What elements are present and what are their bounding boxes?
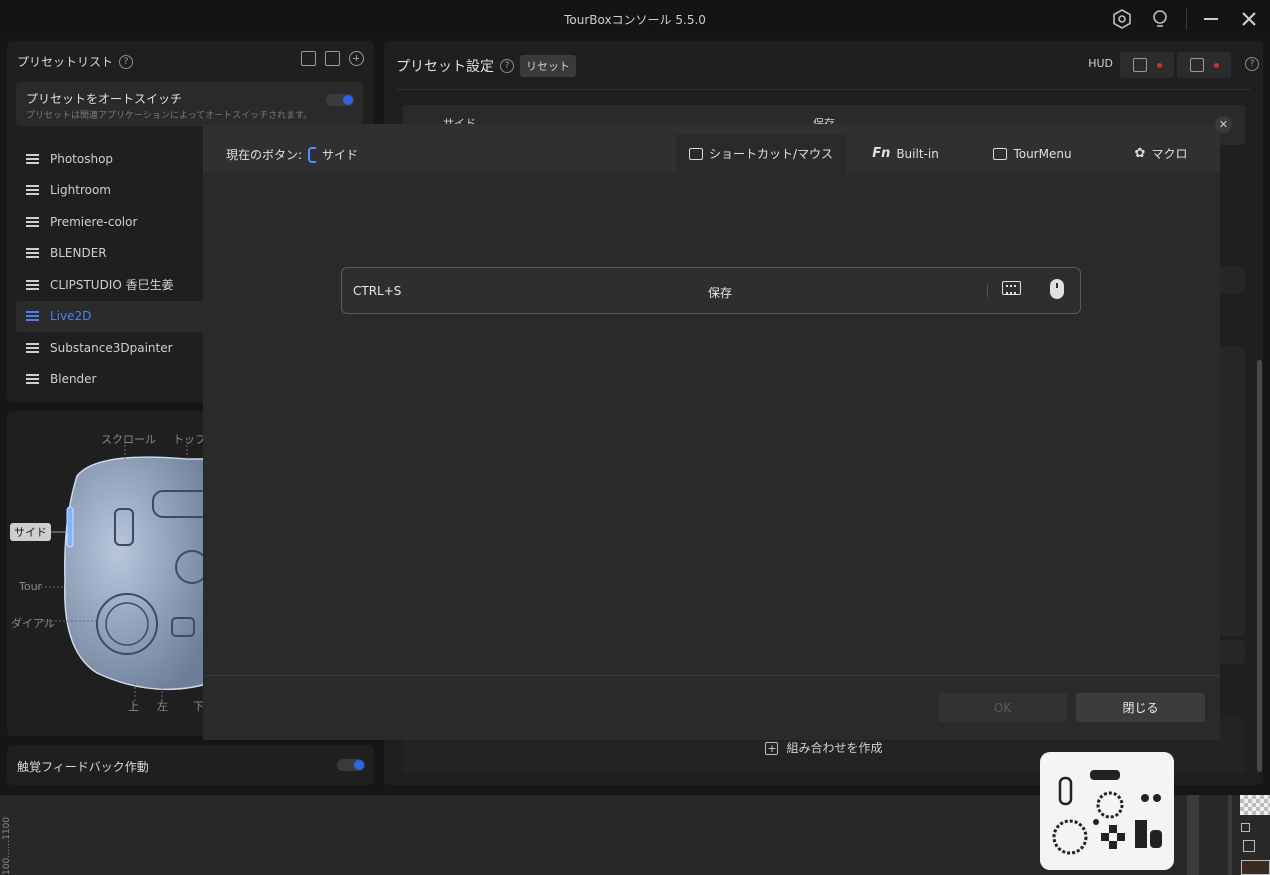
add-preset-icon[interactable]	[349, 51, 364, 66]
preset-settings-header: プリセット設定 ? リセット	[396, 55, 576, 77]
preset-settings-title: プリセット設定	[396, 59, 494, 75]
header-divider	[396, 89, 1251, 90]
layer-icon[interactable]	[1241, 823, 1250, 832]
autoswitch-title: プリセットをオートスイッチ	[26, 92, 183, 106]
preset-item-label: Lightroom	[50, 183, 111, 198]
dialog-header: 現在のボタン: サイド ショートカット/マウス Fn Built-in TourMen…	[203, 124, 1220, 173]
drag-handle-icon[interactable]	[26, 279, 39, 290]
app-title: TourBoxコンソール 5.5.0	[564, 13, 706, 27]
shortcut-name[interactable]: 保存	[708, 284, 732, 301]
preset-item-label: Blender	[50, 372, 97, 387]
tab-3[interactable]: ✿ マクロ	[1102, 134, 1220, 173]
left-label: 左	[157, 700, 168, 713]
shortcut-separator	[987, 284, 988, 297]
dialog-close-icon[interactable]: ✕	[1215, 116, 1232, 133]
title-bar: TourBoxコンソール 5.5.0	[0, 0, 1270, 38]
menu-icon[interactable]	[1243, 840, 1255, 852]
preset-item-label: Live2D	[50, 309, 92, 324]
tourmenu-icon	[993, 147, 1008, 160]
tab-2[interactable]: TourMenu	[965, 134, 1100, 173]
preset-item-label: CLIPSTUDIO 香巳生姜	[50, 278, 174, 293]
color-swatch[interactable]	[1241, 860, 1270, 875]
help-icon[interactable]: ?	[500, 59, 514, 73]
tourbox-hud-widget[interactable]	[1040, 752, 1174, 870]
haptic-label: 触覚フィードバック作動	[17, 760, 149, 774]
up-label: 上	[128, 700, 139, 713]
close-window-button[interactable]	[1236, 7, 1262, 31]
button-settings-dialog: 現在のボタン: サイド ショートカット/マウス Fn Built-in TourMen…	[203, 124, 1220, 740]
drag-handle-icon[interactable]	[26, 153, 39, 164]
side-button-icon	[308, 146, 317, 163]
mouse-icon[interactable]	[1050, 279, 1064, 299]
export-icon[interactable]	[301, 51, 316, 66]
side-button-tag[interactable]: サイド	[10, 523, 51, 541]
shortcut-keys: CTRL+S	[353, 284, 402, 298]
tab-1[interactable]: Fn Built-in	[848, 134, 963, 173]
reset-button[interactable]: リセット	[520, 55, 576, 77]
tab-label: Built-in	[896, 146, 939, 161]
drag-handle-icon[interactable]	[26, 216, 39, 227]
transparency-checker	[1240, 795, 1270, 815]
tab-label: マクロ	[1151, 147, 1188, 161]
status-dot	[1157, 63, 1162, 68]
keyboard-mouse-icon	[688, 147, 703, 160]
scroll-label: スクロール	[101, 433, 156, 446]
macro-icon: ✿	[1134, 146, 1146, 161]
preset-item-label: Premiere-color	[50, 214, 138, 229]
preset-list-header: プリセットリスト ?	[17, 53, 134, 70]
dialog-footer-divider	[203, 675, 1220, 676]
current-button: 現在のボタン: サイド	[226, 146, 358, 163]
preset-item-label: Substance3Dpainter	[50, 340, 173, 355]
status-dot	[1214, 63, 1219, 68]
current-button-label: 現在のボタン:	[226, 148, 303, 162]
autoswitch-toggle[interactable]	[326, 94, 354, 106]
drag-handle-icon[interactable]	[26, 342, 39, 353]
tab-0[interactable]: ショートカット/マウス	[676, 134, 846, 173]
haptic-feedback-row: 触覚フィードバック作動	[7, 745, 374, 785]
lightbulb-icon[interactable]	[1147, 7, 1173, 31]
hud-list-button[interactable]	[1120, 52, 1174, 78]
close-button[interactable]: 閉じる	[1076, 693, 1205, 722]
tourbox-hud-icon	[1052, 770, 1162, 855]
drag-handle-icon[interactable]	[26, 311, 39, 322]
tab-label: TourMenu	[1013, 146, 1072, 161]
dial-label: ダイアル	[11, 617, 55, 630]
preset-list-title: プリセットリスト	[17, 55, 114, 69]
drag-handle-icon[interactable]	[26, 185, 39, 196]
preset-item-label: BLENDER	[50, 246, 107, 261]
grid-icon	[1190, 58, 1204, 72]
top-label: トップ	[173, 433, 206, 446]
current-button-value: サイド	[322, 148, 359, 162]
minimize-button[interactable]	[1198, 7, 1224, 31]
background-panel	[1187, 795, 1199, 875]
shortcut-row[interactable]: CTRL+S 保存	[341, 267, 1081, 314]
preset-item-label: Photoshop	[50, 151, 114, 166]
hud-label: HUD	[1088, 57, 1113, 70]
hud-layout-button[interactable]	[1177, 52, 1231, 78]
import-icon[interactable]	[325, 51, 340, 66]
help-icon[interactable]: ?	[119, 54, 134, 69]
keyboard-icon[interactable]	[1002, 281, 1021, 295]
drag-handle-icon[interactable]	[26, 248, 39, 259]
drag-handle-icon[interactable]	[26, 374, 39, 385]
title-separator	[1186, 8, 1187, 30]
tab-label: ショートカット/マウス	[708, 147, 834, 161]
create-combo-label: 組み合わせを作成	[786, 741, 883, 755]
help-icon[interactable]: ?	[1245, 57, 1259, 71]
autoswitch-description: プリセットは関連アプリケーションによってオートスイッチされます。	[26, 111, 313, 121]
list-icon	[1133, 58, 1147, 72]
settings-hex-icon[interactable]	[1109, 7, 1135, 31]
ok-button[interactable]: OK	[938, 693, 1067, 722]
ruler-text: 100……1100	[2, 816, 12, 875]
plus-icon: +	[765, 742, 779, 755]
autoswitch-card: プリセットをオートスイッチ プリセットは関連アプリケーションによってオートスイッ…	[16, 82, 363, 126]
preset-list-actions	[301, 51, 364, 66]
tour-label: Tour	[19, 580, 43, 593]
scrollbar[interactable]	[1257, 360, 1262, 772]
background-panel	[1228, 795, 1232, 875]
haptic-toggle[interactable]	[337, 759, 365, 771]
fn-icon: Fn	[872, 146, 891, 161]
